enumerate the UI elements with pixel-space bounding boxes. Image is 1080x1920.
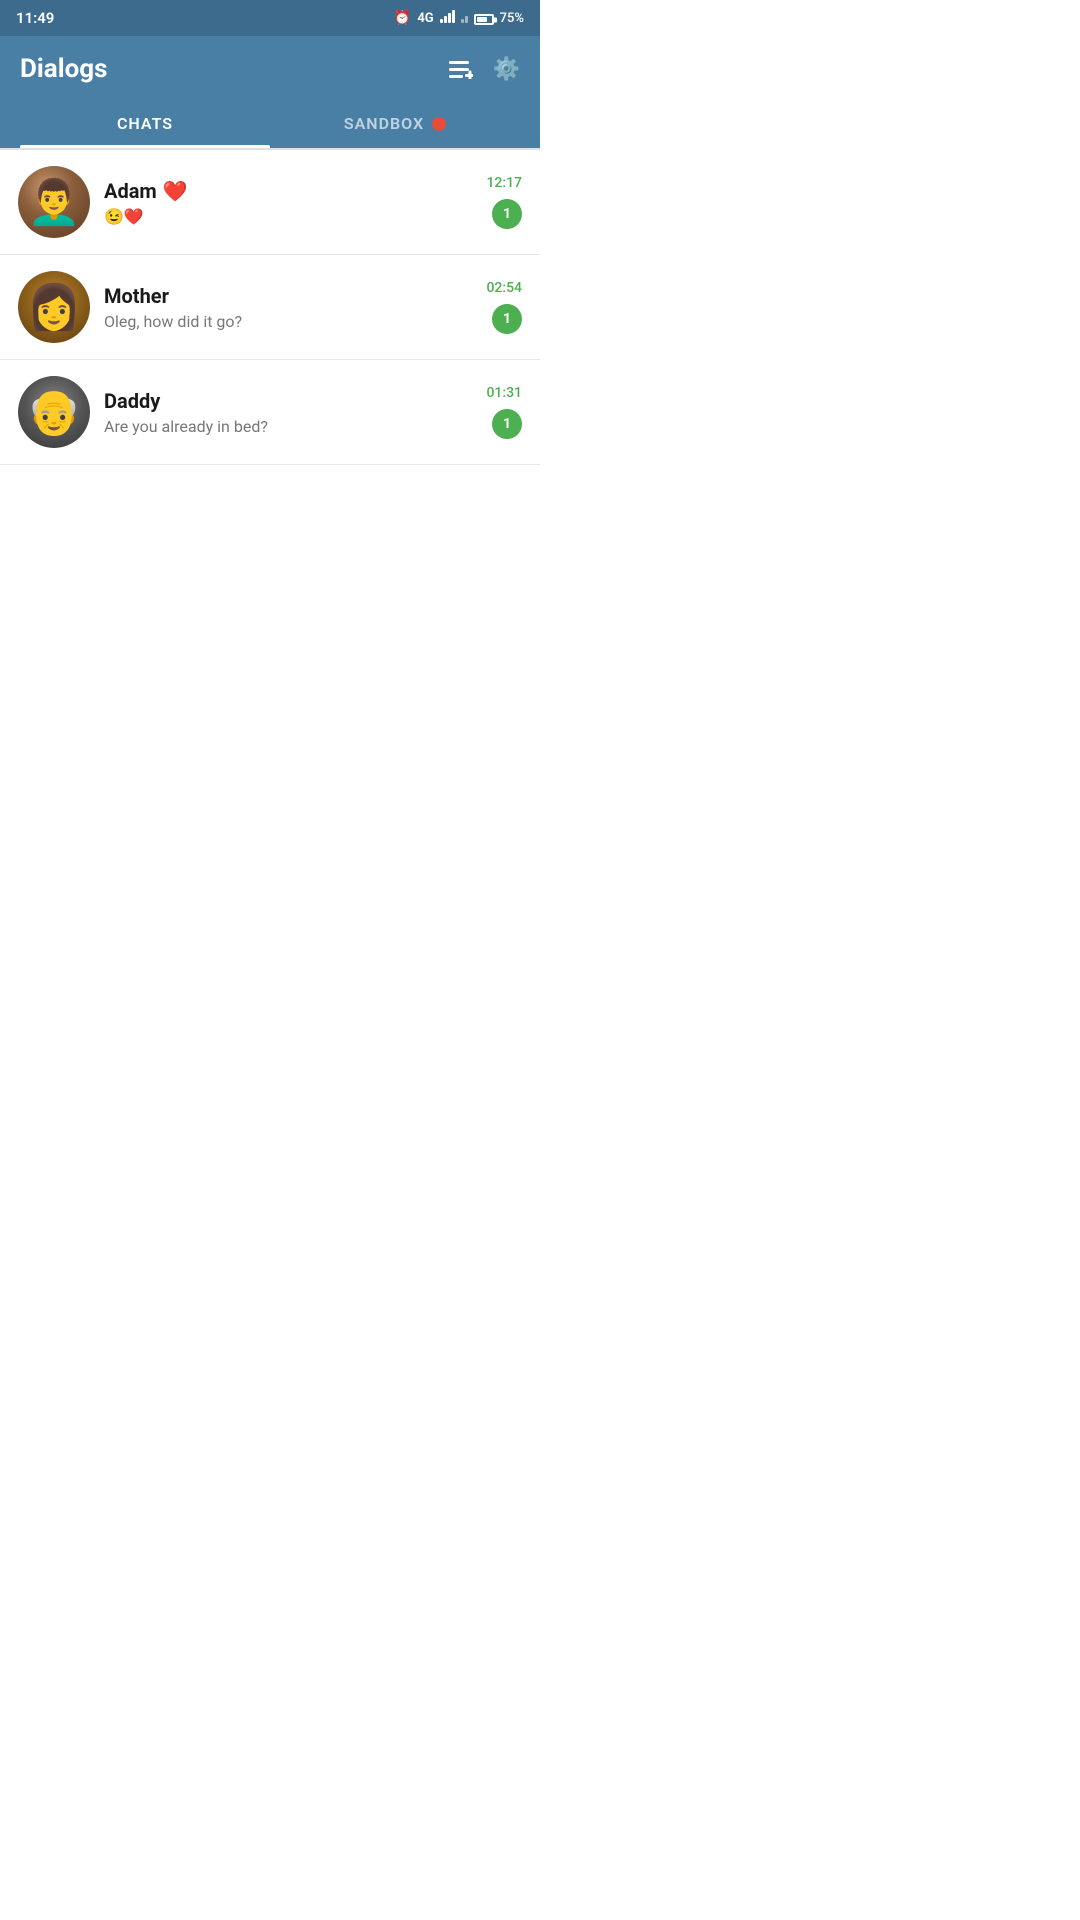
chat-list: Adam ❤️ 😉❤️ 12:17 1 Mother Oleg, how did… xyxy=(0,150,540,465)
unread-badge-adam: 1 xyxy=(492,199,522,229)
header-actions: ⚙️ xyxy=(449,57,520,82)
tab-chats[interactable]: CHATS xyxy=(20,100,270,145)
unread-badge-daddy: 1 xyxy=(492,409,522,439)
chat-item-mother[interactable]: Mother Oleg, how did it go? 02:54 1 xyxy=(0,255,540,360)
chat-item-daddy[interactable]: Daddy Are you already in bed? 01:31 1 xyxy=(0,360,540,465)
sandbox-notification-dot xyxy=(432,117,446,131)
settings-icon[interactable]: ⚙️ xyxy=(493,57,520,82)
signal-weak-icon xyxy=(461,9,468,27)
chat-meta-adam: 12:17 1 xyxy=(486,175,522,229)
unread-badge-mother: 1 xyxy=(492,304,522,334)
clock-icon: ⏰ xyxy=(394,10,411,26)
chat-time-mother: 02:54 xyxy=(486,280,522,296)
network-label: 4G xyxy=(417,11,433,26)
chat-time-daddy: 01:31 xyxy=(486,385,522,401)
chat-content-adam: Adam ❤️ 😉❤️ xyxy=(104,179,472,226)
chat-content-daddy: Daddy Are you already in bed? xyxy=(104,389,472,436)
battery-icon xyxy=(474,10,494,26)
chat-content-mother: Mother Oleg, how did it go? xyxy=(104,284,472,331)
chat-item-adam[interactable]: Adam ❤️ 😉❤️ 12:17 1 xyxy=(0,150,540,255)
status-bar: 11:49 ⏰ 4G 75% xyxy=(0,0,540,36)
avatar-adam xyxy=(18,166,90,238)
chat-message-adam: 😉❤️ xyxy=(104,207,472,226)
chat-message-mother: Oleg, how did it go? xyxy=(104,312,472,331)
chat-name-mother: Mother xyxy=(104,284,472,308)
signal-full-icon xyxy=(440,9,455,27)
avatar-mother xyxy=(18,271,90,343)
battery-percent: 75% xyxy=(500,11,524,26)
status-time: 11:49 xyxy=(16,9,54,27)
header: Dialogs ⚙️ xyxy=(0,36,540,100)
chat-name-adam: Adam ❤️ xyxy=(104,179,472,203)
chat-message-daddy: Are you already in bed? xyxy=(104,417,472,436)
page-title: Dialogs xyxy=(20,54,107,84)
chat-time-adam: 12:17 xyxy=(486,175,522,191)
status-icons: ⏰ 4G 75% xyxy=(394,9,524,27)
chat-meta-mother: 02:54 1 xyxy=(486,280,522,334)
tab-bar: CHATS SANDBOX xyxy=(0,100,540,148)
tab-sandbox[interactable]: SANDBOX xyxy=(270,100,520,145)
compose-icon[interactable] xyxy=(449,59,473,79)
avatar-daddy xyxy=(18,376,90,448)
chat-meta-daddy: 01:31 1 xyxy=(486,385,522,439)
adam-heart-emoji: ❤️ xyxy=(163,179,188,203)
chat-name-daddy: Daddy xyxy=(104,389,472,413)
